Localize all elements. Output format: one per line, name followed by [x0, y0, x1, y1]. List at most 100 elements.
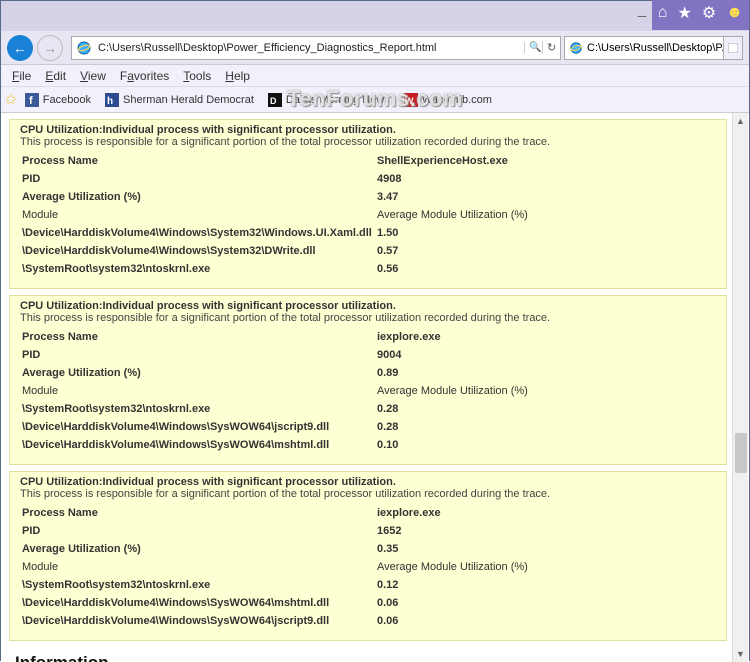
facebook-icon: f [25, 93, 39, 107]
svg-text:W: W [405, 96, 414, 106]
cpu-utilization-panel: CPU Utilization:Individual process with … [9, 471, 727, 641]
table-row: Average Utilization (%)3.47 [20, 188, 716, 206]
fav-facebook[interactable]: fFacebook [25, 93, 91, 107]
content-area: CPU Utilization:Individual process with … [1, 113, 749, 662]
row-label: Process Name [20, 504, 375, 522]
panel-description: This process is responsible for a signif… [20, 488, 716, 500]
table-row: \SystemRoot\system32\ntoskrnl.exe0.12 [20, 576, 716, 594]
row-label: \SystemRoot\system32\ntoskrnl.exe [20, 260, 375, 278]
home-icon[interactable]: ⌂ [658, 4, 668, 22]
panel-title: CPU Utilization:Individual process with … [20, 476, 716, 488]
favorites-add-icon[interactable]: ✩ [5, 91, 17, 108]
herald-icon: h [105, 93, 119, 107]
row-value: 0.12 [375, 576, 716, 594]
svg-text:D: D [270, 96, 277, 106]
row-value: 1.50 [375, 224, 716, 242]
table-row: PID4908 [20, 170, 716, 188]
fav-waco[interactable]: WWacoTrib.com [404, 93, 492, 107]
table-row: Average Utilization (%)0.35 [20, 540, 716, 558]
toolbar-right: ⌂ ★ ⚙ ☻ [652, 0, 749, 30]
forward-button[interactable]: → [37, 35, 63, 61]
menu-help[interactable]: Help [218, 67, 257, 85]
row-value: iexplore.exe [375, 328, 716, 346]
table-row: Process Nameiexplore.exe [20, 328, 716, 346]
row-label: Average Utilization (%) [20, 364, 375, 382]
scroll-up-icon[interactable]: ▲ [733, 113, 748, 129]
menu-view[interactable]: View [73, 67, 113, 85]
row-label: \Device\HarddiskVolume4\Windows\SysWOW64… [20, 418, 375, 436]
back-button[interactable]: ← [7, 35, 33, 61]
settings-gear-icon[interactable]: ⚙ [702, 3, 716, 23]
row-value: 0.35 [375, 540, 716, 558]
table-row: \Device\HarddiskVolume4\Windows\SysWOW64… [20, 594, 716, 612]
table-row: PID1652 [20, 522, 716, 540]
row-label: Process Name [20, 328, 375, 346]
row-value: 0.06 [375, 594, 716, 612]
row-value: 0.57 [375, 242, 716, 260]
process-table: Process Nameiexplore.exePID9004Average U… [20, 328, 716, 454]
menu-favorites[interactable]: Favorites [113, 67, 176, 85]
row-label: Module [20, 206, 375, 224]
scroll-thumb[interactable] [735, 433, 747, 473]
waco-icon: W [404, 93, 418, 107]
row-value: 0.28 [375, 400, 716, 418]
row-label: \Device\HarddiskVolume4\Windows\System32… [20, 224, 375, 242]
table-row: \Device\HarddiskVolume4\Windows\SysWOW64… [20, 418, 716, 436]
favorites-bar: ✩ fFacebook hSherman Herald Democrat DDa… [1, 87, 749, 113]
row-label: Module [20, 558, 375, 576]
ie-icon [569, 41, 583, 55]
row-value: Average Module Utilization (%) [375, 382, 716, 400]
row-label: \SystemRoot\system32\ntoskrnl.exe [20, 400, 375, 418]
search-icon[interactable]: 🔍 [524, 42, 542, 53]
refresh-icon[interactable]: ↻ [542, 41, 560, 54]
svg-text:h: h [107, 96, 113, 107]
row-value: 9004 [375, 346, 716, 364]
navbar: ← → 🔍 ↻ C:\Users\Russell\Desktop\P... [1, 31, 749, 65]
row-value: 0.89 [375, 364, 716, 382]
row-value: 0.28 [375, 418, 716, 436]
menu-tools[interactable]: Tools [176, 67, 218, 85]
address-input[interactable] [96, 40, 524, 56]
cpu-utilization-panel: CPU Utilization:Individual process with … [9, 295, 727, 465]
row-value: Average Module Utilization (%) [375, 558, 716, 576]
blank-tab-icon [728, 43, 738, 53]
row-label: \SystemRoot\system32\ntoskrnl.exe [20, 576, 375, 594]
row-label: \Device\HarddiskVolume4\Windows\SysWOW64… [20, 436, 375, 454]
row-value: 4908 [375, 170, 716, 188]
table-row: ModuleAverage Module Utilization (%) [20, 558, 716, 576]
smiley-icon[interactable]: ☻ [726, 4, 743, 22]
process-table: Process NameShellExperienceHost.exePID49… [20, 152, 716, 278]
new-tab-button[interactable] [723, 36, 743, 60]
scrollbar[interactable]: ▲ ▼ [732, 113, 748, 662]
fav-sherman[interactable]: hSherman Herald Democrat [105, 93, 254, 107]
row-label: \Device\HarddiskVolume4\Windows\SysWOW64… [20, 594, 375, 612]
table-row: Process NameShellExperienceHost.exe [20, 152, 716, 170]
table-row: \Device\HarddiskVolume4\Windows\SysWOW64… [20, 436, 716, 454]
tab-title: C:\Users\Russell\Desktop\P... [587, 42, 724, 54]
row-label: Module [20, 382, 375, 400]
panel-description: This process is responsible for a signif… [20, 136, 716, 148]
svg-text:f: f [29, 95, 33, 107]
scroll-down-icon[interactable]: ▼ [733, 646, 748, 662]
favorites-star-icon[interactable]: ★ [677, 3, 691, 23]
tab-current[interactable]: C:\Users\Russell\Desktop\P... [564, 36, 724, 60]
row-label: Average Utilization (%) [20, 188, 375, 206]
menu-file[interactable]: File [5, 67, 38, 85]
table-row: \Device\HarddiskVolume4\Windows\SysWOW64… [20, 612, 716, 630]
table-row: \Device\HarddiskVolume4\Windows\System32… [20, 242, 716, 260]
row-label: Process Name [20, 152, 375, 170]
panel-title: CPU Utilization:Individual process with … [20, 124, 716, 136]
table-row: PID9004 [20, 346, 716, 364]
row-label: PID [20, 346, 375, 364]
table-row: Process Nameiexplore.exe [20, 504, 716, 522]
menu-edit[interactable]: Edit [38, 67, 73, 85]
row-label: \Device\HarddiskVolume4\Windows\SysWOW64… [20, 612, 375, 630]
address-bar: 🔍 ↻ [71, 36, 561, 60]
cpu-utilization-panel: CPU Utilization:Individual process with … [9, 119, 727, 289]
process-table: Process Nameiexplore.exePID1652Average U… [20, 504, 716, 630]
table-row: ModuleAverage Module Utilization (%) [20, 382, 716, 400]
table-row: \Device\HarddiskVolume4\Windows\System32… [20, 224, 716, 242]
row-value: Average Module Utilization (%) [375, 206, 716, 224]
panel-title: CPU Utilization:Individual process with … [20, 300, 716, 312]
fav-dallas[interactable]: DDallas Morning News [268, 93, 390, 107]
